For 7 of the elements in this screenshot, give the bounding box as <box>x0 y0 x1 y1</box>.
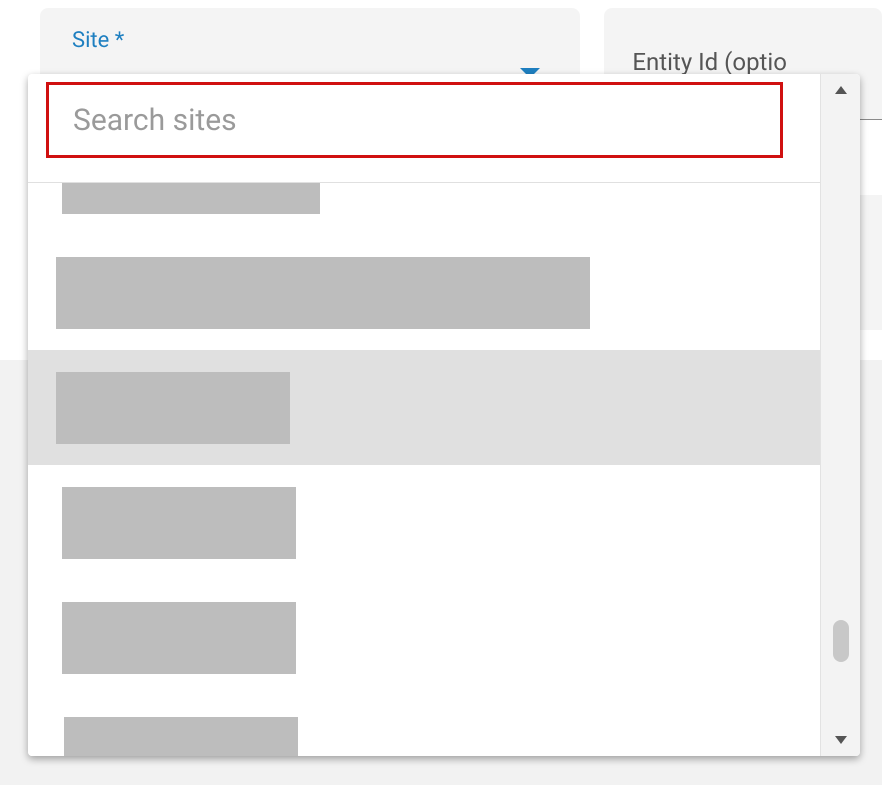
scrollbar-thumb[interactable] <box>832 620 848 662</box>
field-label: Entity Id (optio <box>632 48 787 76</box>
dropdown-option[interactable] <box>28 350 820 465</box>
search-field[interactable]: Search sites <box>46 82 783 158</box>
scroll-down-icon[interactable] <box>834 736 846 744</box>
field-label: Site * <box>72 28 124 53</box>
scroll-up-icon[interactable] <box>834 86 846 94</box>
